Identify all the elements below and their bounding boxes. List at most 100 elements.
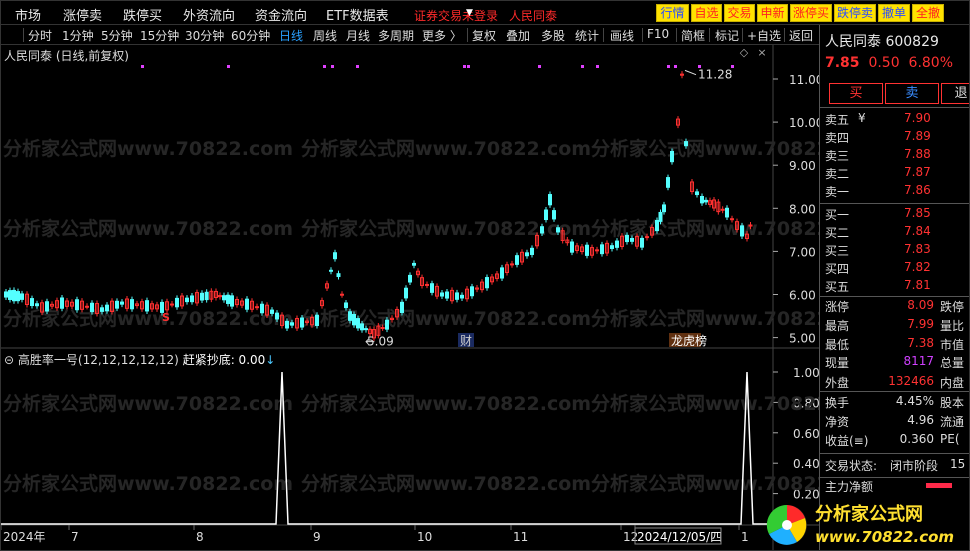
menu-market[interactable]: 市场 (15, 5, 41, 24)
price-change: 0.50 (868, 55, 900, 71)
toolbar-item[interactable]: 复权 (472, 27, 496, 44)
ask-row[interactable]: 卖五 ¥7.90 (820, 111, 969, 128)
sell-button[interactable]: 卖 (885, 83, 939, 104)
candle-body (556, 227, 560, 233)
candle-body (204, 291, 209, 301)
bid-row[interactable]: 买二 7.84 (820, 224, 969, 241)
quick-button-label: 申新 (760, 6, 785, 20)
candle-body (260, 303, 264, 314)
bid-row[interactable]: 买四 7.82 (820, 260, 969, 277)
quick-button-4[interactable]: 涨停买 (790, 4, 832, 22)
period-toolbar: 分时 1分钟 5分钟 15分钟 30分钟 60分钟 日线 周线 月线 多周期 更多 〉复权 叠加 多股统… (1, 25, 819, 45)
bid-label: 买三 (825, 244, 850, 258)
bid-row[interactable]: 买三 7.83 (820, 242, 969, 259)
signal-dot (581, 65, 584, 68)
candle-body (275, 312, 279, 320)
toolbar-item[interactable]: 多股 (541, 27, 565, 44)
chevron-down-icon[interactable]: ▼ (466, 8, 473, 18)
ask-row[interactable]: 卖四 7.89 (820, 129, 969, 146)
toolbar-item[interactable]: 返回 (789, 27, 813, 44)
toolbar-item[interactable]: 叠加 (506, 27, 530, 44)
candle-body (352, 313, 356, 326)
menu-capital-flow[interactable]: 资金流向 (255, 5, 307, 24)
watermark-text: 分析家公式网www.70822.com (301, 307, 591, 330)
stat-value: 0.360 (899, 432, 934, 446)
watermark-text: 分析家公式网www.70822.com (591, 472, 819, 495)
toolbar-item[interactable]: 周线 (313, 27, 337, 44)
quick-button-0[interactable]: 行情 (656, 4, 689, 22)
toolbar-item[interactable]: 画线 (610, 27, 634, 44)
high-price-label: 11.28 (698, 68, 732, 82)
diamond-icon[interactable]: ◇ (738, 47, 750, 59)
arrow-down-icon: ↓ (265, 353, 276, 367)
chart-title: 人民同泰 (日线,前复权) (4, 49, 129, 63)
watermark-text: 分析家公式网www.70822.com (301, 472, 591, 495)
candle-body (670, 150, 674, 163)
candle-body (364, 328, 368, 331)
menu-limit-up-sell[interactable]: 涨停卖 (63, 5, 102, 24)
watermark-text: 分析家公式网www.70822.com (301, 137, 591, 160)
toolbar-item[interactable]: 标记 (715, 27, 739, 44)
high-pointer (684, 69, 697, 76)
toolbar-item[interactable]: 分时 (28, 27, 52, 44)
watermark-text: 分析家公式网www.70822.com (591, 392, 819, 415)
x-axis-label: 11 (513, 530, 528, 544)
toolbar-item[interactable]: 15分钟 (140, 27, 179, 44)
quick-button-2[interactable]: 交易 (724, 4, 755, 22)
toolbar-item[interactable]: 更多 〉 (422, 27, 462, 44)
ask-label: 卖四 (825, 131, 850, 145)
toolbar-item[interactable]: +自选 (747, 27, 781, 44)
toolbar-item[interactable]: 60分钟 (231, 27, 270, 44)
toolbar-item[interactable]: 1分钟 (62, 27, 94, 44)
watermark-text: 分析家公式网www.70822.com (3, 137, 293, 160)
toolbar-item[interactable]: 简框 (681, 27, 705, 44)
candle-body (35, 303, 39, 307)
kline-chart-svg[interactable]: 11.0010.009.008.007.006.005.001.000.800.… (1, 45, 881, 551)
capital-label: 主力净额 (825, 480, 874, 494)
login-status[interactable]: 证券交易未登录 (414, 7, 498, 24)
candle-body (655, 219, 659, 232)
toolbar-item[interactable]: 5分钟 (101, 27, 133, 44)
collapse-icon[interactable]: ⊝ (4, 353, 14, 367)
candle-body (615, 240, 619, 248)
menu-stock-name[interactable]: 人民同泰 (509, 7, 557, 24)
menu-etf-table[interactable]: ETF数据表 (326, 5, 389, 24)
candle-body (85, 305, 89, 308)
ask-row[interactable]: 卖三 7.88 (820, 147, 969, 164)
candle-body (470, 286, 474, 297)
toolbar-item[interactable]: 30分钟 (185, 27, 224, 44)
chart-area[interactable]: 11.0010.009.008.007.006.005.001.000.800.… (1, 45, 881, 551)
quick-button-3[interactable]: 申新 (757, 4, 788, 22)
toolbar-item[interactable]: 统计 (575, 27, 599, 44)
menu-limit-down-buy[interactable]: 跌停买 (123, 5, 162, 24)
quick-button-6[interactable]: 撤单 (878, 4, 910, 22)
watermark-text: 分析家公式网www.70822.com (301, 217, 591, 240)
toolbar-item[interactable]: 多周期 (378, 27, 414, 44)
ask-price: 7.86 (904, 183, 931, 197)
bid-row[interactable]: 买一 7.85 (820, 206, 969, 223)
close-icon[interactable]: × (756, 47, 768, 59)
ind-tick-label: 0.60 (793, 427, 819, 441)
stat-label: 外盘 (825, 376, 850, 390)
quick-button-7[interactable]: 全撤 (912, 4, 944, 22)
capital-row: 主力净额 (820, 478, 969, 497)
toolbar-item[interactable]: 日线 (279, 27, 303, 44)
quick-button-1[interactable]: 自选 (691, 4, 722, 22)
buy-button[interactable]: 买 (829, 83, 883, 104)
signal-dot (356, 65, 359, 68)
bid-row[interactable]: 买五 7.81 (820, 278, 969, 295)
stat-value: 8117 (903, 354, 934, 368)
candle-body (100, 307, 104, 312)
toolbar-item[interactable]: F10 (647, 27, 669, 41)
signal-dot (667, 65, 670, 68)
quick-button-5[interactable]: 跌停卖 (834, 4, 876, 22)
menu-foreign-flow[interactable]: 外资流向 (183, 5, 235, 24)
withdraw-button[interactable]: 退 (941, 83, 969, 104)
x-axis-label: 2024年 (3, 530, 46, 544)
candle-body (8, 290, 12, 300)
candle-body (329, 269, 333, 272)
toolbar-item[interactable]: 月线 (346, 27, 370, 44)
signal-dot (463, 65, 466, 68)
ask-row[interactable]: 卖二 7.87 (820, 165, 969, 182)
ask-row[interactable]: 卖一 7.86 (820, 183, 969, 200)
